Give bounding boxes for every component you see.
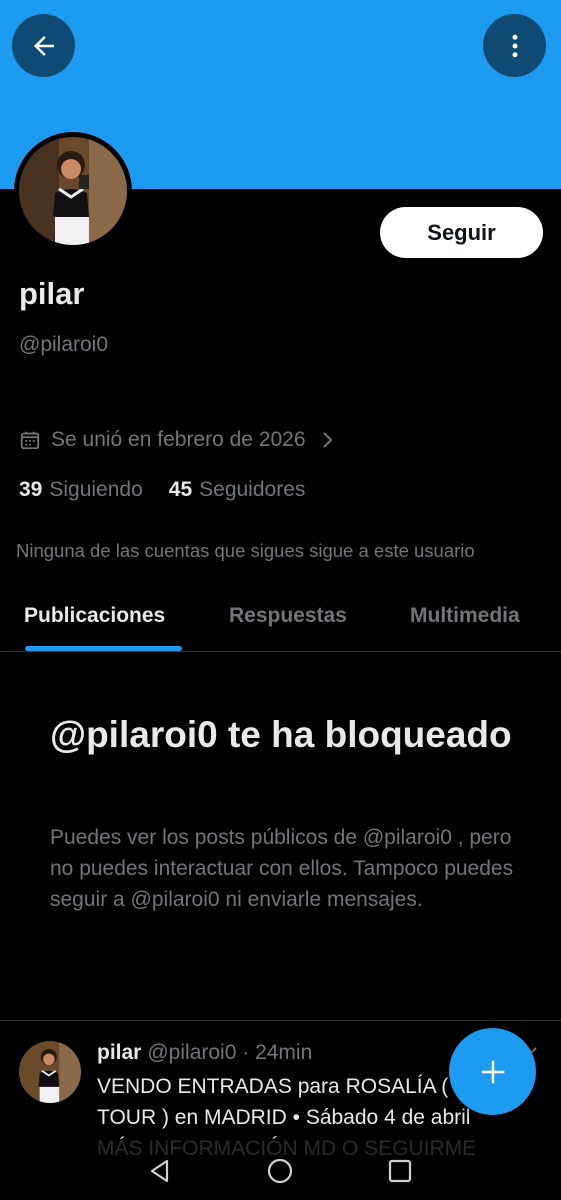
triangle-back-icon — [150, 1159, 169, 1183]
followers-label: Seguidores — [199, 478, 306, 501]
post-separator: · — [242, 1041, 250, 1064]
blocked-title: @pilaroi0 te ha bloqueado — [50, 714, 512, 755]
plus-icon — [481, 1060, 504, 1083]
no-mutual-followers-text: Ninguna de las cuentas que sigues sigue … — [16, 540, 475, 561]
profile-avatar[interactable] — [14, 132, 132, 250]
system-nav-bar — [0, 1140, 561, 1200]
join-date-text: Se unió en febrero de 2026 — [51, 428, 306, 451]
post-author-name: pilar — [97, 1041, 142, 1064]
follow-stats: 39 Siguiendo 45 Seguidores — [19, 478, 331, 502]
blocked-message: Puedes ver los posts públicos de @pilaro… — [50, 826, 514, 911]
nav-home-button[interactable] — [265, 1156, 295, 1186]
active-tab-indicator — [25, 646, 182, 651]
followers-count: 45 — [168, 478, 193, 501]
compose-button[interactable] — [449, 1028, 536, 1115]
calendar-icon — [20, 431, 40, 450]
following-label: Siguiendo — [49, 478, 143, 501]
back-button[interactable] — [12, 14, 75, 77]
tab-respuestas[interactable]: Respuestas — [229, 604, 347, 628]
tab-publicaciones[interactable]: Publicaciones — [24, 604, 165, 628]
profile-name: pilar — [19, 276, 85, 311]
following-link[interactable]: 39 Siguiendo — [19, 478, 143, 502]
profile-tabs: Publicaciones Respuestas Multimedia — [0, 590, 561, 652]
follow-button[interactable]: Seguir — [380, 207, 543, 258]
circle-home-icon — [267, 1158, 293, 1184]
chevron-right-icon — [322, 432, 332, 448]
square-recents-icon — [388, 1159, 412, 1183]
join-date-row[interactable]: Se unió en febrero de 2026 — [19, 428, 336, 452]
more-options-button[interactable] — [483, 14, 546, 77]
nav-back-button[interactable] — [145, 1156, 175, 1186]
profile-handle: @pilaroi0 — [19, 333, 109, 356]
vertical-dots-icon — [512, 34, 517, 57]
post-time: 24min — [255, 1041, 313, 1064]
avatar-photo — [19, 137, 127, 245]
nav-recents-button[interactable] — [385, 1156, 415, 1186]
post-header: pilar @pilaroi0 · 24min — [97, 1041, 312, 1065]
following-count: 39 — [19, 478, 43, 501]
arrow-left-icon — [33, 35, 54, 56]
post-author-handle: @pilaroi0 — [147, 1041, 237, 1064]
followers-link[interactable]: 45 Seguidores — [169, 478, 306, 502]
post-avatar[interactable] — [19, 1041, 81, 1103]
tab-multimedia[interactable]: Multimedia — [410, 604, 520, 628]
